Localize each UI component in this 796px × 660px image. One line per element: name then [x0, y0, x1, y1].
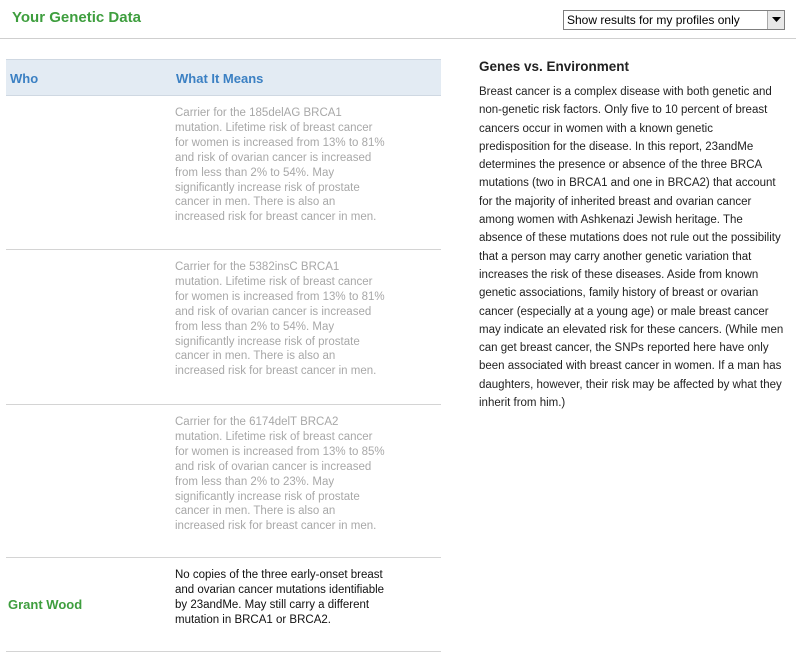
row-meaning: No copies of the three early-onset breas… [175, 569, 385, 626]
page-title: Your Genetic Data [12, 9, 141, 26]
genes-vs-environment-panel: Genes vs. Environment Breast cancer is a… [479, 59, 784, 412]
panel-body: Breast cancer is a complex disease with … [479, 86, 784, 410]
chevron-down-icon [772, 17, 781, 22]
dropdown-arrow-button[interactable] [767, 11, 784, 29]
panel-title: Genes vs. Environment [479, 59, 630, 74]
table-row: Carrier for the 5382insC BRCA1 mutation.… [6, 250, 441, 405]
column-header-who[interactable]: Who [10, 71, 38, 86]
row-meaning: Carrier for the 6174delT BRCA2 mutation.… [175, 416, 385, 533]
profile-filter-value: Show results for my profiles only [567, 13, 740, 27]
table-row: Carrier for the 185delAG BRCA1 mutation.… [6, 96, 441, 250]
profile-filter-select[interactable]: Show results for my profiles only [563, 10, 785, 30]
row-meaning: Carrier for the 185delAG BRCA1 mutation.… [175, 107, 385, 224]
table-header: Who What It Means [6, 59, 441, 96]
genetic-data-table: Who What It Means Carrier for the 185del… [6, 59, 441, 652]
column-header-what-it-means[interactable]: What It Means [176, 71, 263, 86]
table-row: Carrier for the 6174delT BRCA2 mutation.… [6, 405, 441, 558]
table-row: Grant Wood No copies of the three early-… [6, 558, 441, 652]
row-meaning: Carrier for the 5382insC BRCA1 mutation.… [175, 261, 385, 378]
page-header: Your Genetic Data Show results for my pr… [0, 0, 796, 39]
row-who-name[interactable]: Grant Wood [8, 597, 82, 612]
